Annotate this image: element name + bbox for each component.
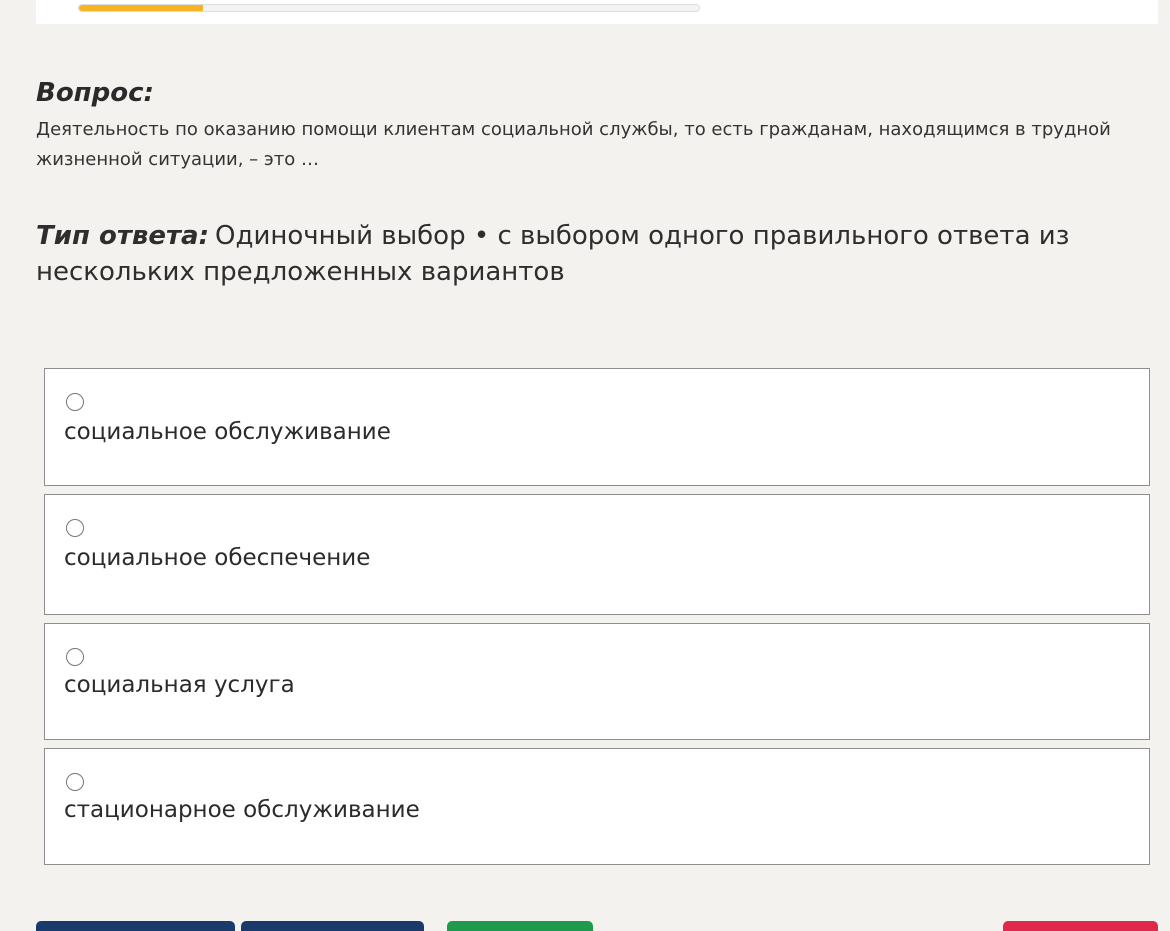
answer-option-label: социальное обслуживание [64, 419, 391, 445]
answer-option-label: стационарное обслуживание [64, 797, 420, 823]
progress-bar-fill [79, 5, 203, 11]
answer-options: социальное обслуживание социальное обесп… [44, 368, 1150, 873]
answer-option-label: социальная услуга [64, 672, 295, 698]
answer-type: Тип ответа: Одиночный выбор • с выбором о… [36, 218, 1116, 290]
answer-option-label: социальное обеспечение [64, 545, 371, 571]
question-text: Деятельность по оказанию помощи клиентам… [36, 119, 1111, 170]
submit-button[interactable] [447, 921, 593, 931]
radio-button[interactable] [66, 648, 84, 666]
answer-option-1[interactable]: социальное обслуживание [44, 368, 1150, 486]
answer-option-4[interactable]: стационарное обслуживание [44, 748, 1150, 865]
radio-button[interactable] [66, 393, 84, 411]
radio-button[interactable] [66, 519, 84, 537]
nav-button-2[interactable] [241, 921, 424, 931]
progress-card [36, 0, 1158, 24]
answer-option-3[interactable]: социальная услуга [44, 623, 1150, 740]
nav-button-1[interactable] [36, 921, 235, 931]
progress-bar [78, 4, 700, 12]
finish-button[interactable] [1003, 921, 1158, 931]
question-heading: Вопрос: [36, 78, 154, 108]
answer-option-2[interactable]: социальное обеспечение [44, 494, 1150, 615]
answer-type-label: Тип ответа: [36, 221, 209, 251]
radio-button[interactable] [66, 773, 84, 791]
action-buttons [0, 921, 1170, 931]
